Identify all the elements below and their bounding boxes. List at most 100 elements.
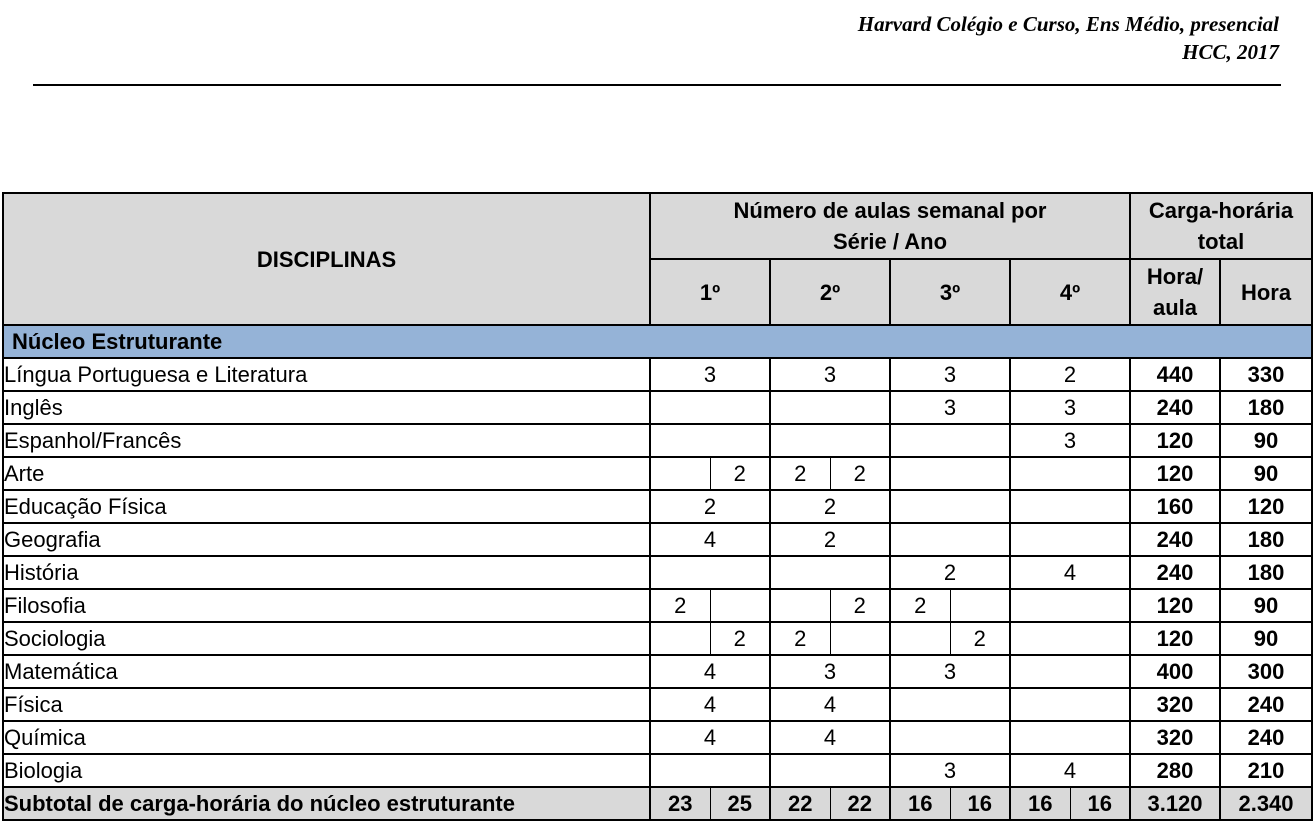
serie-1-value: 3 (649, 357, 771, 392)
serie-3-value: 3 (889, 654, 1011, 689)
serie-1-value (649, 555, 771, 590)
table-row: Língua Portuguesa e Literatura 3 3 3 2 4… (2, 357, 1313, 392)
subtotal-serie-4a: 16 (1009, 786, 1071, 821)
serie-2-value: 3 (769, 654, 891, 689)
hora-aula-value: 320 (1129, 720, 1221, 755)
serie-2-value (769, 555, 891, 590)
serie-3-value: 3 (889, 390, 1011, 425)
hora-value: 240 (1219, 720, 1313, 755)
serie-4-value: 3 (1009, 390, 1131, 425)
discipline-name: História (2, 555, 651, 590)
table-row: Educação Física 2 2 160 120 (2, 489, 1313, 524)
serie-1b-value (709, 588, 771, 623)
section-nucleo-estruturante: Núcleo Estruturante (2, 324, 1313, 359)
hora-value: 90 (1219, 588, 1313, 623)
serie-1a-value (649, 456, 711, 491)
serie-2a-value (769, 588, 831, 623)
serie-4-value (1009, 588, 1131, 623)
hora-aula-value: 400 (1129, 654, 1221, 689)
discipline-name: Matemática (2, 654, 651, 689)
header-serie-4: 4º (1009, 258, 1131, 326)
serie-2a-value: 2 (769, 456, 831, 491)
subtotal-serie-4b: 16 (1069, 786, 1131, 821)
table-row: Biologia 3 4 280 210 (2, 753, 1313, 788)
discipline-name: Espanhol/Francês (2, 423, 651, 458)
hora-aula-value: 440 (1129, 357, 1221, 392)
discipline-name: Biologia (2, 753, 651, 788)
hora-value: 240 (1219, 687, 1313, 722)
hora-value: 90 (1219, 423, 1313, 458)
subtotal-serie-2a: 22 (769, 786, 831, 821)
serie-1-value: 4 (649, 687, 771, 722)
serie-4-value (1009, 456, 1131, 491)
serie-1-value (649, 753, 771, 788)
serie-2-value (769, 423, 891, 458)
serie-2a-value: 2 (769, 621, 831, 656)
table-row: Filosofia 2 2 2 120 90 (2, 588, 1313, 623)
header-hora-aula: Hora/ aula (1129, 258, 1221, 326)
discipline-name: Geografia (2, 522, 651, 557)
header-institution: Harvard Colégio e Curso, Ens Médio, pres… (857, 12, 1279, 36)
serie-2-value (769, 390, 891, 425)
hora-aula-value: 240 (1129, 522, 1221, 557)
header-disciplinas: DISCIPLINAS (2, 192, 651, 326)
serie-4-value: 3 (1009, 423, 1131, 458)
serie-3b-value (949, 588, 1011, 623)
serie-3-value (889, 720, 1011, 755)
subtotal-serie-3a: 16 (889, 786, 951, 821)
subtotal-hora-aula: 3.120 (1129, 786, 1221, 821)
header-aulas-line1: Número de aulas semanal por (733, 198, 1047, 223)
subtotal-label: Subtotal de carga-horária do núcleo estr… (2, 786, 651, 821)
serie-4-value: 4 (1009, 753, 1131, 788)
serie-1-value: 4 (649, 720, 771, 755)
hora-value: 90 (1219, 621, 1313, 656)
serie-1-value: 4 (649, 522, 771, 557)
subtotal-serie-2b: 22 (829, 786, 891, 821)
serie-2-value: 2 (769, 489, 891, 524)
serie-3b-value: 2 (949, 621, 1011, 656)
curriculum-table: DISCIPLINAS Número de aulas semanal por … (2, 192, 1313, 821)
table-row: Inglês 3 3 240 180 (2, 390, 1313, 425)
serie-2-value (769, 753, 891, 788)
hora-value: 180 (1219, 522, 1313, 557)
serie-3-value (889, 456, 1011, 491)
document-header: Harvard Colégio e Curso, Ens Médio, pres… (858, 10, 1279, 66)
serie-1-value: 4 (649, 654, 771, 689)
table-row: Sociologia 2 2 2 120 90 (2, 621, 1313, 656)
serie-3-value: 3 (889, 357, 1011, 392)
hora-aula-value: 280 (1129, 753, 1221, 788)
serie-1-value: 2 (649, 489, 771, 524)
serie-3-value (889, 522, 1011, 557)
hora-aula-value: 120 (1129, 423, 1221, 458)
table-row: Arte 2 2 2 120 90 (2, 456, 1313, 491)
hora-aula-value: 240 (1129, 390, 1221, 425)
header-code-year: HCC, 2017 (1182, 40, 1279, 64)
table-row: Física 4 4 320 240 (2, 687, 1313, 722)
hora-value: 330 (1219, 357, 1313, 392)
header-carga-line2: total (1197, 229, 1245, 254)
serie-4-value (1009, 621, 1131, 656)
serie-4-value (1009, 522, 1131, 557)
discipline-name: Educação Física (2, 489, 651, 524)
serie-2b-value (829, 621, 891, 656)
hora-value: 300 (1219, 654, 1313, 689)
hora-value: 180 (1219, 555, 1313, 590)
subtotal-row: Subtotal de carga-horária do núcleo estr… (2, 786, 1313, 821)
table-row: Química 4 4 320 240 (2, 720, 1313, 755)
table-row: Geografia 4 2 240 180 (2, 522, 1313, 557)
serie-4-value: 2 (1009, 357, 1131, 392)
table-row: História 2 4 240 180 (2, 555, 1313, 590)
table-row: Matemática 4 3 3 400 300 (2, 654, 1313, 689)
serie-3-value (889, 423, 1011, 458)
header-hora: Hora (1219, 258, 1313, 326)
hora-value: 90 (1219, 456, 1313, 491)
hora-aula-value: 240 (1129, 555, 1221, 590)
serie-2b-value: 2 (829, 456, 891, 491)
discipline-name: Química (2, 720, 651, 755)
subtotal-serie-3b: 16 (949, 786, 1011, 821)
serie-2-value: 4 (769, 687, 891, 722)
hora-aula-value: 320 (1129, 687, 1221, 722)
hora-aula-value: 120 (1129, 588, 1221, 623)
hora-value: 180 (1219, 390, 1313, 425)
hora-value: 210 (1219, 753, 1313, 788)
